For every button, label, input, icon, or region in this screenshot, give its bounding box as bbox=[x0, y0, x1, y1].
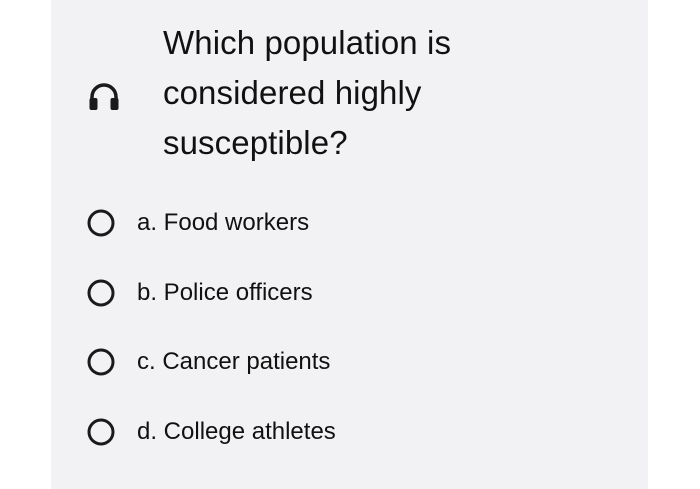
option-label: c. Cancer patients bbox=[137, 348, 331, 375]
option-a[interactable]: a. Food workers bbox=[87, 203, 587, 243]
question-card: Which population is considered highly su… bbox=[51, 0, 648, 489]
radio-button-icon[interactable] bbox=[87, 279, 115, 307]
question-text: Which population is considered highly su… bbox=[163, 24, 452, 161]
radio-button-icon[interactable] bbox=[87, 209, 115, 237]
option-label: b. Police officers bbox=[137, 279, 313, 306]
headphones-icon[interactable] bbox=[87, 82, 121, 112]
option-d[interactable]: d. College athletes bbox=[87, 412, 587, 452]
radio-button-icon[interactable] bbox=[87, 348, 115, 376]
option-c[interactable]: c. Cancer patients bbox=[87, 342, 587, 382]
radio-button-icon[interactable] bbox=[87, 418, 115, 446]
option-b[interactable]: b. Police officers bbox=[87, 273, 587, 313]
option-label: d. College athletes bbox=[137, 418, 336, 445]
option-label: a. Food workers bbox=[137, 209, 310, 236]
